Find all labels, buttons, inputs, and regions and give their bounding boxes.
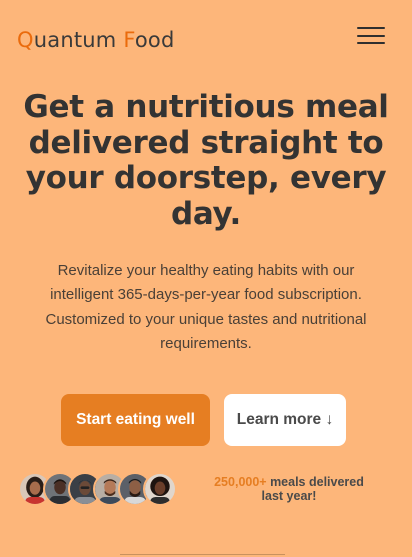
logo-letter-q: Q	[17, 28, 34, 52]
logo-text-uantum: uantum	[33, 28, 124, 52]
hero-description-line: requirements.	[160, 334, 252, 352]
menu-bar-top	[357, 27, 385, 30]
meals-delivered-stat: 250,000+ meals delivered last year!	[196, 475, 382, 503]
hero-title-line: delivered straight to	[28, 124, 384, 161]
logo[interactable]: Quantum Food	[17, 28, 174, 52]
meals-count: 250,000+	[214, 475, 267, 489]
meals-delivered-text: meals delivered	[266, 475, 364, 489]
hamburger-menu-icon[interactable]	[357, 27, 385, 45]
hero-title-line: Get a nutritious meal	[23, 89, 389, 125]
menu-bar-middle	[357, 34, 385, 37]
logo-text-ood: ood	[134, 28, 175, 52]
hero-description-line: intelligent 365-days-per-year food subsc…	[50, 286, 362, 304]
hero-description-line: Customized to your unique tastes and nut…	[45, 310, 367, 328]
site-header: Quantum Food	[0, 0, 412, 78]
hero-title-line: your doorstep, every	[25, 160, 387, 196]
hero-description-line: Revitalize your healthy eating habits wi…	[57, 262, 355, 279]
customer-avatars	[18, 472, 178, 506]
menu-bar-bottom	[357, 42, 385, 45]
avatar	[143, 472, 177, 506]
learn-more-button[interactable]: Learn more ↓	[224, 394, 346, 446]
meals-delivered-text-line2: last year!	[261, 489, 317, 503]
hero-title: Get a nutritious meal delivered straight…	[0, 89, 412, 232]
hero-title-line: day.	[170, 195, 242, 232]
logo-letter-f: F	[123, 28, 135, 52]
hero-description: Revitalize your healthy eating habits wi…	[16, 259, 396, 356]
start-eating-well-button[interactable]: Start eating well	[61, 394, 210, 446]
